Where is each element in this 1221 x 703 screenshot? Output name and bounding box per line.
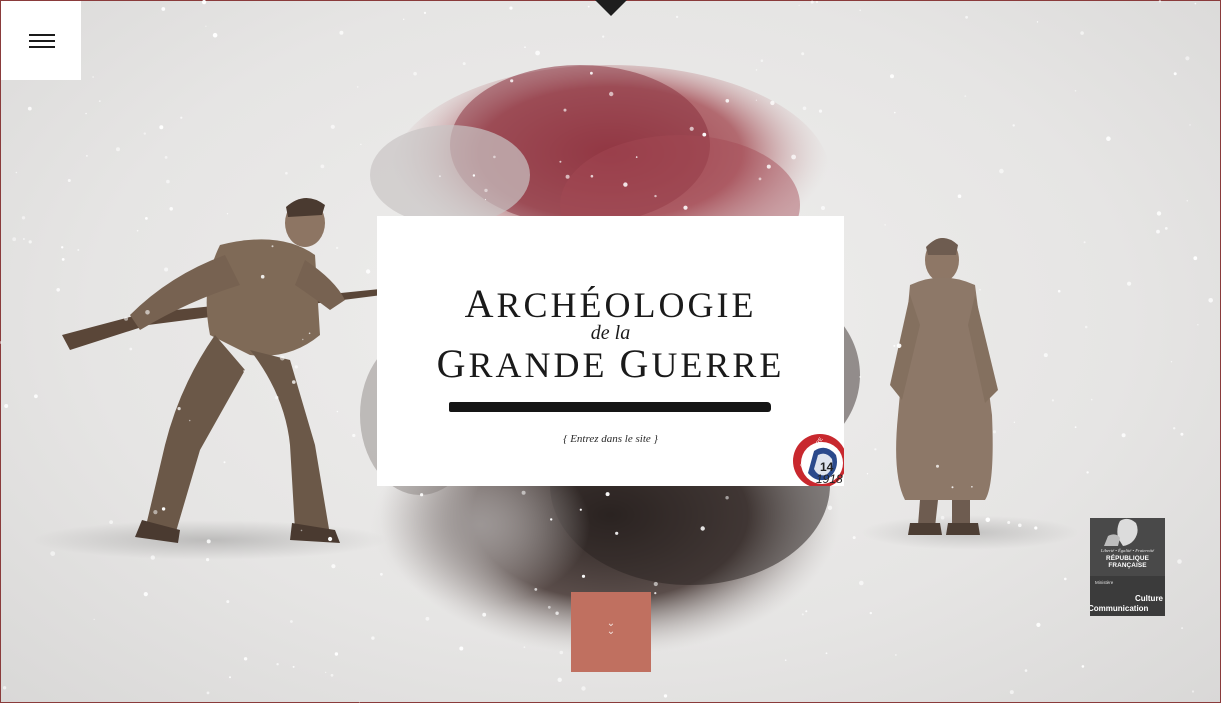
site-title-line2: de la bbox=[590, 322, 631, 344]
centenaire-badge: 14 1918 CENTENAIRE bbox=[788, 431, 844, 486]
ministry-motto: Liberté • Égalité • Fraternité bbox=[1100, 548, 1155, 553]
triangle-down-icon[interactable] bbox=[595, 0, 627, 16]
brush-stroke-divider bbox=[449, 402, 771, 412]
ministry-logo[interactable]: Liberté • Égalité • Fraternité RÉPUBLIQU… bbox=[1090, 518, 1165, 616]
marianne-icon bbox=[1104, 518, 1138, 546]
ministry-line2: Communication bbox=[1090, 604, 1149, 613]
enter-site-card[interactable]: ARCHÉOLOGIE de la GRANDE GUERRE { Entrez… bbox=[377, 216, 844, 486]
site-title-line1: ARCHÉOLOGIE bbox=[464, 281, 757, 326]
menu-button[interactable] bbox=[1, 1, 81, 80]
chevron-down-icon: ⌄ ⌄ bbox=[606, 618, 616, 637]
charging-soldier-photo bbox=[62, 197, 382, 543]
scroll-down-button[interactable]: ⌄ ⌄ bbox=[571, 592, 651, 672]
site-title-line3: GRANDE GUERRE bbox=[436, 341, 785, 386]
ministry-republic: RÉPUBLIQUE FRANÇAISE bbox=[1106, 555, 1149, 569]
standing-soldier-photo bbox=[890, 237, 998, 535]
ministry-minister: Ministère bbox=[1095, 580, 1114, 585]
enter-site-link[interactable]: { Entrez dans le site } bbox=[377, 433, 844, 445]
badge-years-bottom: 1918 bbox=[816, 472, 843, 486]
ministry-line1: Culture bbox=[1135, 594, 1163, 603]
